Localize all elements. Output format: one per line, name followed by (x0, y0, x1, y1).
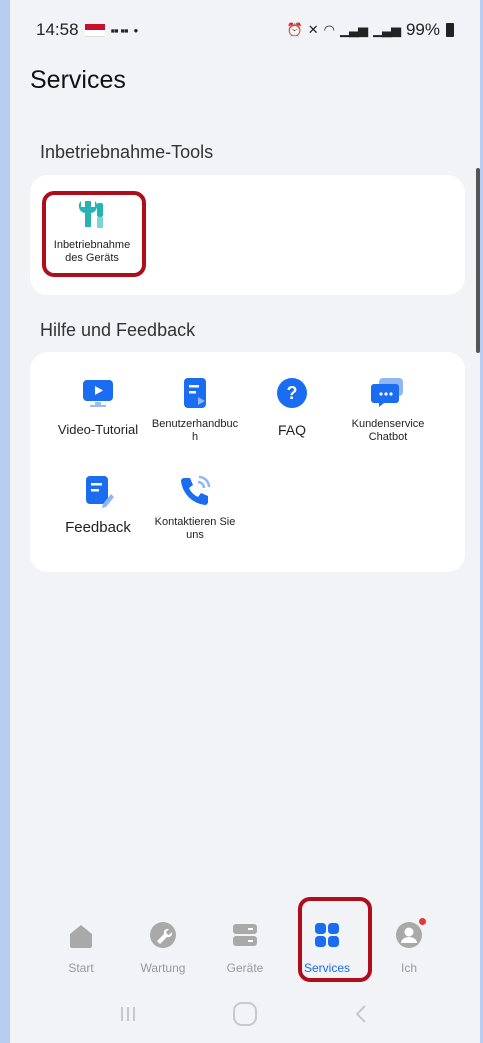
tab-geraete[interactable]: Geräte (205, 910, 285, 990)
tile-label: Feedback (65, 519, 131, 536)
tab-label: Wartung (140, 961, 186, 975)
bottom-tab-bar: Start Wartung Geräte Services Ich (10, 910, 480, 990)
tab-ich[interactable]: Ich (369, 910, 449, 990)
mute-icon: ✕ (307, 22, 319, 37)
system-nav-bar (10, 990, 480, 1043)
tile-label: Video-Tutorial (57, 422, 139, 437)
phone-icon (178, 474, 212, 508)
profile-icon (394, 920, 424, 955)
tile-video-tutorial[interactable]: Video-Tutorial (48, 376, 148, 438)
battery-icon (446, 23, 454, 37)
tile-label: FAQ (277, 422, 306, 438)
status-bar: 14:58 ▪▪ ▪▪ • ⏰ ✕ ◠ ▁▃▅ ▁▃▅ 99% (10, 0, 480, 60)
signal-icon: ▁▃▅ (339, 22, 368, 37)
scroll-indicator (476, 168, 480, 353)
tile-label: Kontaktieren Sie uns (154, 516, 236, 541)
tab-label: Start (68, 961, 94, 975)
tile-faq[interactable]: ? FAQ (242, 376, 342, 438)
home-button-icon[interactable] (231, 1000, 259, 1033)
tile-feedback[interactable]: Feedback (48, 474, 148, 536)
recent-apps-icon[interactable] (116, 1002, 140, 1031)
phone-screen: 14:58 ▪▪ ▪▪ • ⏰ ✕ ◠ ▁▃▅ ▁▃▅ 99% Services… (10, 0, 480, 1043)
tile-contact-us[interactable]: Kontaktieren Sie uns (145, 474, 245, 542)
tab-wartung[interactable]: Wartung (123, 910, 203, 990)
status-time: 14:58 (36, 20, 79, 39)
tab-start[interactable]: Start (41, 910, 121, 990)
highlight-box-services-tab (298, 897, 372, 982)
video-play-icon (81, 376, 115, 410)
section-title-tools: Inbetriebnahme-Tools (40, 142, 214, 162)
chat-icon (371, 376, 405, 410)
tab-label: Ich (400, 961, 417, 975)
help-card: Video-Tutorial Benutzerhandbuch ? FAQ Ku… (30, 352, 465, 572)
alarm-icon: ⏰ (286, 22, 303, 37)
manual-icon (178, 376, 212, 410)
svg-text:?: ? (287, 383, 298, 403)
back-icon[interactable] (350, 1002, 374, 1031)
signal-2-icon: ▁▃▅ (372, 22, 401, 37)
wrench-icon (148, 920, 178, 955)
tile-label: Kundenservice Chatbot (351, 418, 425, 443)
section-title-help: Hilfe und Feedback (40, 320, 196, 340)
feedback-icon (81, 474, 115, 508)
flag-icon (84, 24, 105, 37)
battery-level: 99% (405, 20, 440, 39)
tile-chatbot[interactable]: Kundenservice Chatbot (338, 376, 438, 444)
tab-label: Geräte (226, 961, 264, 975)
devices-icon (230, 920, 260, 955)
dot-icon: • (133, 22, 138, 38)
home-icon (66, 920, 96, 955)
tile-user-manual[interactable]: Benutzerhandbuch (145, 376, 245, 444)
page-title: Services (30, 66, 126, 94)
highlight-box-tools (42, 191, 146, 277)
notification-icons: ▪▪ ▪▪ (110, 22, 129, 38)
question-icon: ? (275, 376, 309, 410)
wifi-icon: ◠ (323, 22, 335, 37)
notification-badge (419, 918, 426, 925)
tile-label: Benutzerhandbuch (151, 418, 239, 443)
